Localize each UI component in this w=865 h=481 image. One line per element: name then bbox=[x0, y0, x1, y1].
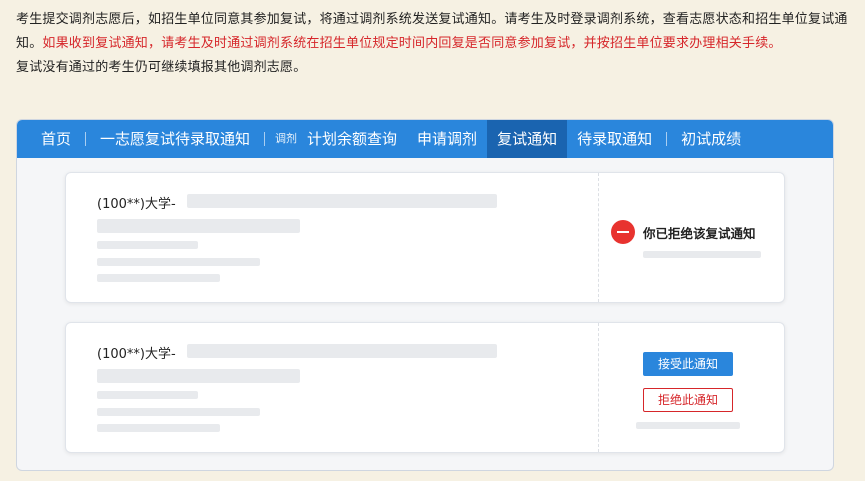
nav-retest[interactable]: 复试通知 bbox=[487, 120, 568, 158]
redacted-bar bbox=[97, 408, 260, 416]
redacted-bar bbox=[97, 274, 220, 282]
redacted-bar bbox=[97, 219, 300, 233]
nav-pending[interactable]: 待录取通知 bbox=[567, 120, 662, 158]
redacted-bar bbox=[97, 369, 300, 383]
redacted-bar bbox=[187, 194, 497, 208]
nav-home[interactable]: 首页 bbox=[17, 120, 81, 158]
redacted-bar bbox=[97, 241, 198, 249]
notice-card: (100**)大学- 你已拒绝该复试通知 bbox=[65, 172, 785, 303]
nav-divider bbox=[264, 132, 266, 146]
redacted-bar bbox=[97, 424, 220, 432]
notice-card: (100**)大学- 接受此通知 拒绝此通知 bbox=[65, 322, 785, 453]
school-name: (100**)大学- bbox=[97, 347, 176, 362]
redacted-bar bbox=[636, 422, 740, 429]
nav-adjust-tag: 调剂 bbox=[275, 132, 298, 145]
nav-divider bbox=[85, 132, 87, 146]
reject-notice-button[interactable]: 拒绝此通知 bbox=[643, 388, 733, 412]
minus-circle-icon bbox=[611, 220, 635, 244]
nav-quota[interactable]: 计划余额查询 bbox=[303, 120, 407, 158]
redacted-bar bbox=[187, 344, 497, 358]
status-text: 你已拒绝该复试通知 bbox=[643, 225, 756, 241]
adjustment-panel: 首页 一志愿复试待录取通知 调剂 计划余额查询 申请调剂 复试通知 待录取通知 … bbox=[16, 119, 834, 471]
redacted-bar bbox=[97, 391, 198, 399]
card-divider bbox=[598, 323, 599, 452]
nav-scores[interactable]: 初试成绩 bbox=[671, 120, 751, 158]
nav-first-choice[interactable]: 一志愿复试待录取通知 bbox=[90, 120, 260, 158]
redacted-bar bbox=[643, 251, 761, 258]
card-divider bbox=[598, 173, 599, 302]
rejected-status: 你已拒绝该复试通知 bbox=[611, 220, 756, 244]
school-name: (100**)大学- bbox=[97, 197, 176, 212]
redacted-bar bbox=[97, 258, 260, 266]
intro-warning: 如果收到复试通知，请考生及时通过调剂系统在招生单位规定时间内回复是否同意参加复试… bbox=[42, 36, 782, 51]
accept-notice-button[interactable]: 接受此通知 bbox=[643, 352, 733, 376]
nav-bar: 首页 一志愿复试待录取通知 调剂 计划余额查询 申请调剂 复试通知 待录取通知 … bbox=[17, 120, 833, 158]
intro-text: 考生提交调剂志愿后，如招生单位同意其参加复试，将通过调剂系统发送复试通知。请考生… bbox=[16, 8, 856, 80]
intro-line2: 复试没有通过的考生仍可继续填报其他调剂志愿。 bbox=[16, 60, 307, 75]
nav-divider bbox=[666, 132, 668, 146]
nav-apply[interactable]: 申请调剂 bbox=[407, 120, 487, 158]
